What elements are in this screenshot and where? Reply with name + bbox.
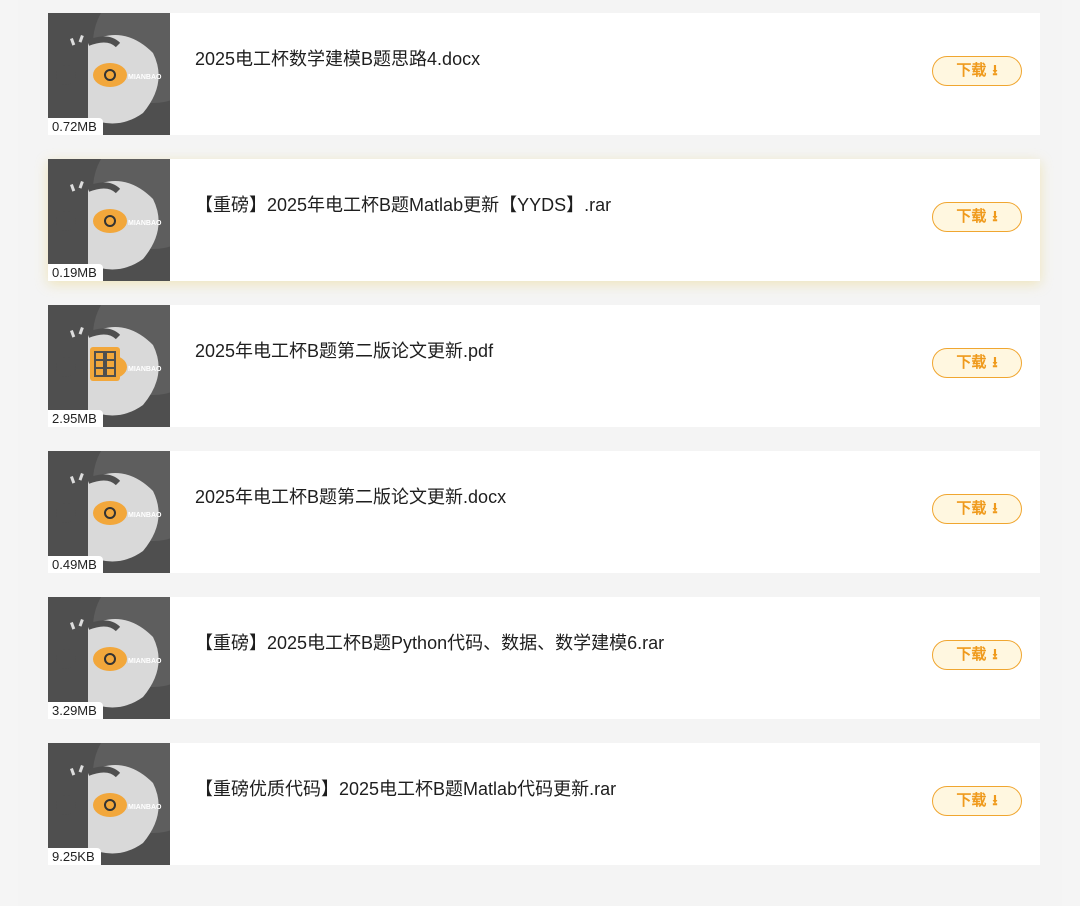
file-thumbnail: MIANBAO 3.29MB <box>48 597 170 719</box>
svg-text:MIANBAO: MIANBAO <box>128 512 162 519</box>
download-label: 下载 <box>956 646 987 663</box>
file-thumbnail: MIANBAO 0.19MB <box>48 159 170 281</box>
download-button[interactable]: 下载 ⭳ <box>932 202 1022 232</box>
file-item[interactable]: MIANBAO 0.72MB 2025电工杯数学建模B题思路4.docx 下载 ⭳ <box>48 13 1040 135</box>
file-size: 0.19MB <box>48 264 103 281</box>
download-button[interactable]: 下载 ⭳ <box>932 494 1022 524</box>
download-button[interactable]: 下载 ⭳ <box>932 56 1022 86</box>
file-thumbnail: MIANBAO 0.72MB <box>48 13 170 135</box>
svg-text:MIANBAO: MIANBAO <box>128 804 162 811</box>
download-icon: ⭳ <box>992 500 998 517</box>
file-item[interactable]: MIANBAO 3.29MB 【重磅】2025电工杯B题Python代码、数据、… <box>48 597 1040 719</box>
bread-logo-icon: MIANBAO <box>48 451 170 573</box>
file-thumbnail: MIANBAO 2.95MB <box>48 305 170 427</box>
download-icon: ⭳ <box>992 792 998 809</box>
bread-logo-icon: MIANBAO <box>48 597 170 719</box>
file-item[interactable]: MIANBAO 9.25KB 【重磅优质代码】2025电工杯B题Matlab代码… <box>48 743 1040 865</box>
download-button[interactable]: 下载 ⭳ <box>932 348 1022 378</box>
download-label: 下载 <box>956 62 987 79</box>
file-item[interactable]: MIANBAO 0.49MB 2025年电工杯B题第二版论文更新.docx 下载… <box>48 451 1040 573</box>
bread-logo-icon: MIANBAO <box>48 159 170 281</box>
file-name[interactable]: 2025年电工杯B题第二版论文更新.docx <box>195 483 506 509</box>
download-label: 下载 <box>956 500 987 517</box>
file-list-panel: MIANBAO 0.72MB 2025电工杯数学建模B题思路4.docx 下载 ⭳… <box>18 0 1062 906</box>
download-label: 下载 <box>956 208 987 225</box>
download-icon: ⭳ <box>992 646 998 663</box>
file-name[interactable]: 【重磅】2025年电工杯B题Matlab更新【YYDS】.rar <box>195 191 611 217</box>
file-size: 2.95MB <box>48 410 103 427</box>
bread-logo-icon: MIANBAO <box>48 743 170 865</box>
svg-text:MIANBAO: MIANBAO <box>128 220 162 227</box>
file-thumbnail: MIANBAO 9.25KB <box>48 743 170 865</box>
file-item[interactable]: MIANBAO 2.95MB 2025年电工杯B题第二版论文更新.pdf 下载 ⭳ <box>48 305 1040 427</box>
bread-logo-icon: MIANBAO <box>48 13 170 135</box>
svg-text:MIANBAO: MIANBAO <box>128 74 162 81</box>
svg-text:MIANBAO: MIANBAO <box>128 366 162 373</box>
file-size: 0.72MB <box>48 118 103 135</box>
download-label: 下载 <box>956 354 987 371</box>
file-name[interactable]: 【重磅】2025电工杯B题Python代码、数据、数学建模6.rar <box>195 629 664 655</box>
book-icon <box>90 347 120 381</box>
file-size: 3.29MB <box>48 702 103 719</box>
file-item[interactable]: MIANBAO 0.19MB 【重磅】2025年电工杯B题Matlab更新【YY… <box>48 159 1040 281</box>
file-name[interactable]: 2025年电工杯B题第二版论文更新.pdf <box>195 337 493 363</box>
download-icon: ⭳ <box>992 208 998 225</box>
file-size: 0.49MB <box>48 556 103 573</box>
download-icon: ⭳ <box>992 354 998 371</box>
download-label: 下载 <box>956 792 987 809</box>
download-button[interactable]: 下载 ⭳ <box>932 640 1022 670</box>
file-name[interactable]: 【重磅优质代码】2025电工杯B题Matlab代码更新.rar <box>195 775 616 801</box>
file-name[interactable]: 2025电工杯数学建模B题思路4.docx <box>195 45 480 71</box>
download-icon: ⭳ <box>992 62 998 79</box>
file-thumbnail: MIANBAO 0.49MB <box>48 451 170 573</box>
download-button[interactable]: 下载 ⭳ <box>932 786 1022 816</box>
file-size: 9.25KB <box>48 848 101 865</box>
bread-logo-icon: MIANBAO <box>48 305 170 427</box>
svg-text:MIANBAO: MIANBAO <box>128 658 162 665</box>
